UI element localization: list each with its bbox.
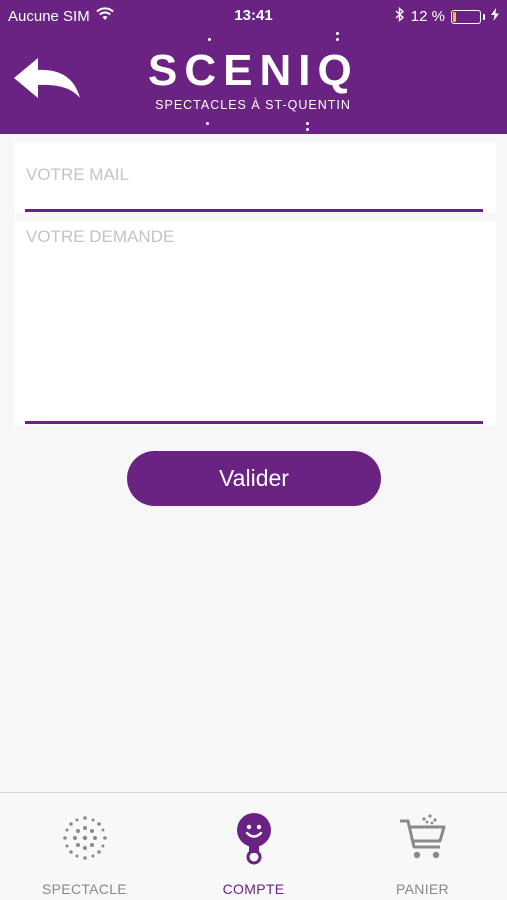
logo-word: SCENIQ [148,46,359,95]
tab-label-spectacle: SPECTACLE [42,881,127,897]
account-face-icon [237,813,271,865]
demande-field-card [14,221,496,425]
status-bar: Aucune SIM 13:41 12 % [0,0,507,32]
sparkle-dots-icon [63,816,107,860]
tab-spectacle[interactable]: SPECTACLE [0,793,169,900]
app-header: Aucune SIM 13:41 12 % SCENIQ SPECTACLES … [0,0,507,134]
demande-textarea[interactable] [26,227,482,407]
charging-icon [491,8,499,25]
tab-label-compte: COMPTE [222,881,285,897]
back-button[interactable] [12,56,84,106]
tab-panier[interactable]: PANIER [338,793,507,900]
logo-tagline: SPECTACLES À ST-QUENTIN [155,98,351,112]
mail-underline [25,209,483,212]
submit-button[interactable]: Valider [127,451,381,506]
bottom-tab-bar: SPECTACLE COMPTE PANIER [0,792,507,900]
tab-compte[interactable]: COMPTE [169,793,338,900]
scenio-logo: SCENIQ SPECTACLES À ST-QUENTIN [148,30,359,131]
demande-underline [25,421,483,424]
back-arrow-icon [14,58,80,98]
battery-percent: 12 % [410,8,445,25]
battery-icon [451,9,481,24]
mail-field-card [14,143,496,213]
bluetooth-icon [395,6,405,26]
cart-icon [400,814,446,859]
mail-input[interactable] [26,165,466,185]
battery-level [453,11,456,22]
tab-label-panier: PANIER [396,881,449,897]
